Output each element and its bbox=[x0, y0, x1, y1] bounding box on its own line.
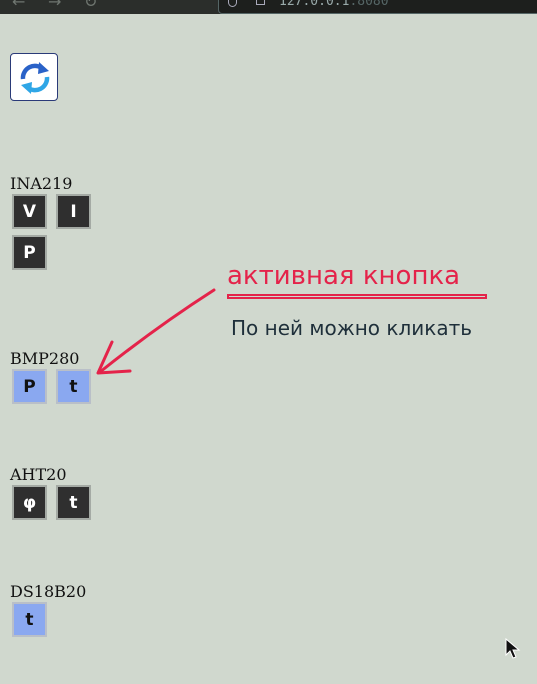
annotation-arrow bbox=[96, 288, 216, 375]
mouse-cursor-icon bbox=[505, 638, 521, 659]
